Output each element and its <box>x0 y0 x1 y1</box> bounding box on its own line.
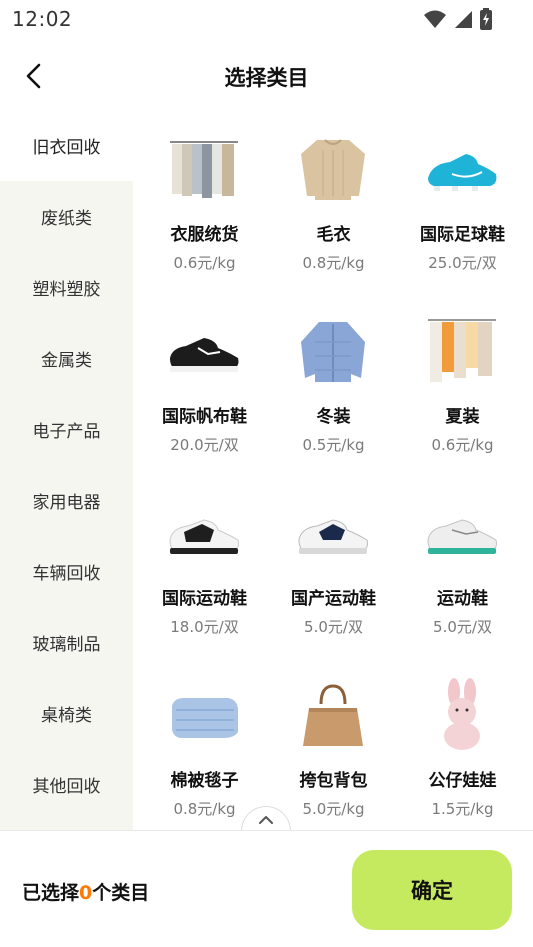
footer-bar: 已选择0个类目 确定 <box>0 830 533 947</box>
product-name: 衣服统货 <box>170 225 239 245</box>
wifi-icon <box>423 9 447 33</box>
selected-summary: 已选择0个类目 <box>22 878 149 905</box>
product-grid: 衣服统货 0.6元/kg 毛衣 0.8元/kg 国际足球鞋 25.0元/双 国际… <box>140 110 533 830</box>
running-shoe-icon <box>422 494 502 574</box>
product-price: 25.0元/双 <box>428 254 497 272</box>
sidebar-item-label: 塑料塑胶 <box>32 280 101 300</box>
sidebar-item-label: 其他回收 <box>32 777 101 797</box>
sidebar-item-label: 玻璃制品 <box>32 635 101 655</box>
selected-prefix: 已选择 <box>22 882 80 904</box>
sidebar-item-label: 旧衣回收 <box>32 138 101 158</box>
product-name: 国际足球鞋 <box>420 225 505 245</box>
handbag-icon <box>293 676 373 756</box>
product-price: 20.0元/双 <box>170 436 239 454</box>
header: 选择类目 <box>0 38 533 116</box>
sidebar-item-label: 车辆回收 <box>32 564 101 584</box>
sidebar-item-other[interactable]: 其他回收 <box>0 749 133 820</box>
sidebar-item-label: 桌椅类 <box>41 706 92 726</box>
product-card[interactable]: 运动鞋 5.0元/双 <box>398 474 527 644</box>
football-boot-icon <box>422 130 502 210</box>
product-card[interactable]: 毛衣 0.8元/kg <box>269 110 398 280</box>
product-card[interactable]: 棉被毯子 0.8元/kg <box>140 656 269 826</box>
product-price: 1.5元/kg <box>431 800 494 818</box>
sidebar-item-electronics[interactable]: 电子产品 <box>0 394 133 465</box>
sweater-icon <box>293 130 373 210</box>
sidebar-item-glass[interactable]: 玻璃制品 <box>0 607 133 678</box>
product-price: 0.6元/kg <box>173 254 236 272</box>
product-name: 国际帆布鞋 <box>162 407 247 427</box>
product-card[interactable]: 国际帆布鞋 20.0元/双 <box>140 292 269 462</box>
status-icons <box>423 8 493 34</box>
product-name: 国产运动鞋 <box>291 589 376 609</box>
product-name: 夏装 <box>445 407 480 427</box>
sidebar-item-metal[interactable]: 金属类 <box>0 323 133 394</box>
product-card[interactable]: 国产运动鞋 5.0元/双 <box>269 474 398 644</box>
blanket-icon <box>164 676 244 756</box>
product-card[interactable]: 国际足球鞋 25.0元/双 <box>398 110 527 280</box>
sidebar-item-furniture[interactable]: 桌椅类 <box>0 678 133 749</box>
product-card[interactable]: 国际运动鞋 18.0元/双 <box>140 474 269 644</box>
sidebar-item-label: 废纸类 <box>41 209 92 229</box>
product-name: 冬装 <box>316 407 351 427</box>
selected-suffix: 个类目 <box>92 882 150 904</box>
battery-charging-icon <box>479 8 493 34</box>
clothes-rack-icon <box>164 130 244 210</box>
sidebar-item-plastic[interactable]: 塑料塑胶 <box>0 252 133 323</box>
category-sidebar: 旧衣回收 废纸类 塑料塑胶 金属类 电子产品 家用电器 车辆回收 玻璃制品 桌椅… <box>0 110 133 830</box>
chevron-up-icon <box>258 810 274 829</box>
product-price: 0.5元/kg <box>302 436 365 454</box>
product-card[interactable]: 挎包背包 5.0元/kg <box>269 656 398 826</box>
product-price: 5.0元/双 <box>304 618 363 636</box>
product-name: 棉被毯子 <box>170 771 239 791</box>
product-price: 5.0元/双 <box>433 618 492 636</box>
sidebar-item-waste-paper[interactable]: 废纸类 <box>0 181 133 252</box>
product-name: 国际运动鞋 <box>162 589 247 609</box>
page-title: 选择类目 <box>224 66 309 90</box>
product-card[interactable]: 衣服统货 0.6元/kg <box>140 110 269 280</box>
product-card[interactable]: 夏装 0.6元/kg <box>398 292 527 462</box>
product-name: 挎包背包 <box>299 771 368 791</box>
puffer-jacket-icon <box>293 312 373 392</box>
product-price: 0.6元/kg <box>431 436 494 454</box>
selected-count: 0 <box>79 882 93 904</box>
product-card[interactable]: 公仔娃娃 1.5元/kg <box>398 656 527 826</box>
product-name: 毛衣 <box>316 225 351 245</box>
sidebar-item-label: 电子产品 <box>32 422 101 442</box>
product-price: 0.8元/kg <box>302 254 365 272</box>
status-bar: 12:02 <box>0 0 533 38</box>
confirm-button[interactable]: 确定 <box>352 850 512 930</box>
sidebar-item-appliances[interactable]: 家用电器 <box>0 465 133 536</box>
product-price: 5.0元/kg <box>302 800 365 818</box>
sneaker-icon <box>164 494 244 574</box>
status-time: 12:02 <box>12 7 73 31</box>
sidebar-item-vehicles[interactable]: 车辆回收 <box>0 536 133 607</box>
plush-bunny-icon <box>422 676 502 756</box>
sidebar-item-label: 金属类 <box>41 351 92 371</box>
product-price: 18.0元/双 <box>170 618 239 636</box>
summer-clothes-icon <box>422 312 502 392</box>
sneaker-icon <box>293 494 373 574</box>
sidebar-item-used-clothes[interactable]: 旧衣回收 <box>0 110 133 181</box>
sidebar-item-label: 家用电器 <box>32 493 101 513</box>
product-name: 公仔娃娃 <box>428 771 497 791</box>
product-card[interactable]: 冬装 0.5元/kg <box>269 292 398 462</box>
canvas-shoe-icon <box>164 312 244 392</box>
product-name: 运动鞋 <box>437 589 488 609</box>
signal-icon <box>453 9 473 33</box>
